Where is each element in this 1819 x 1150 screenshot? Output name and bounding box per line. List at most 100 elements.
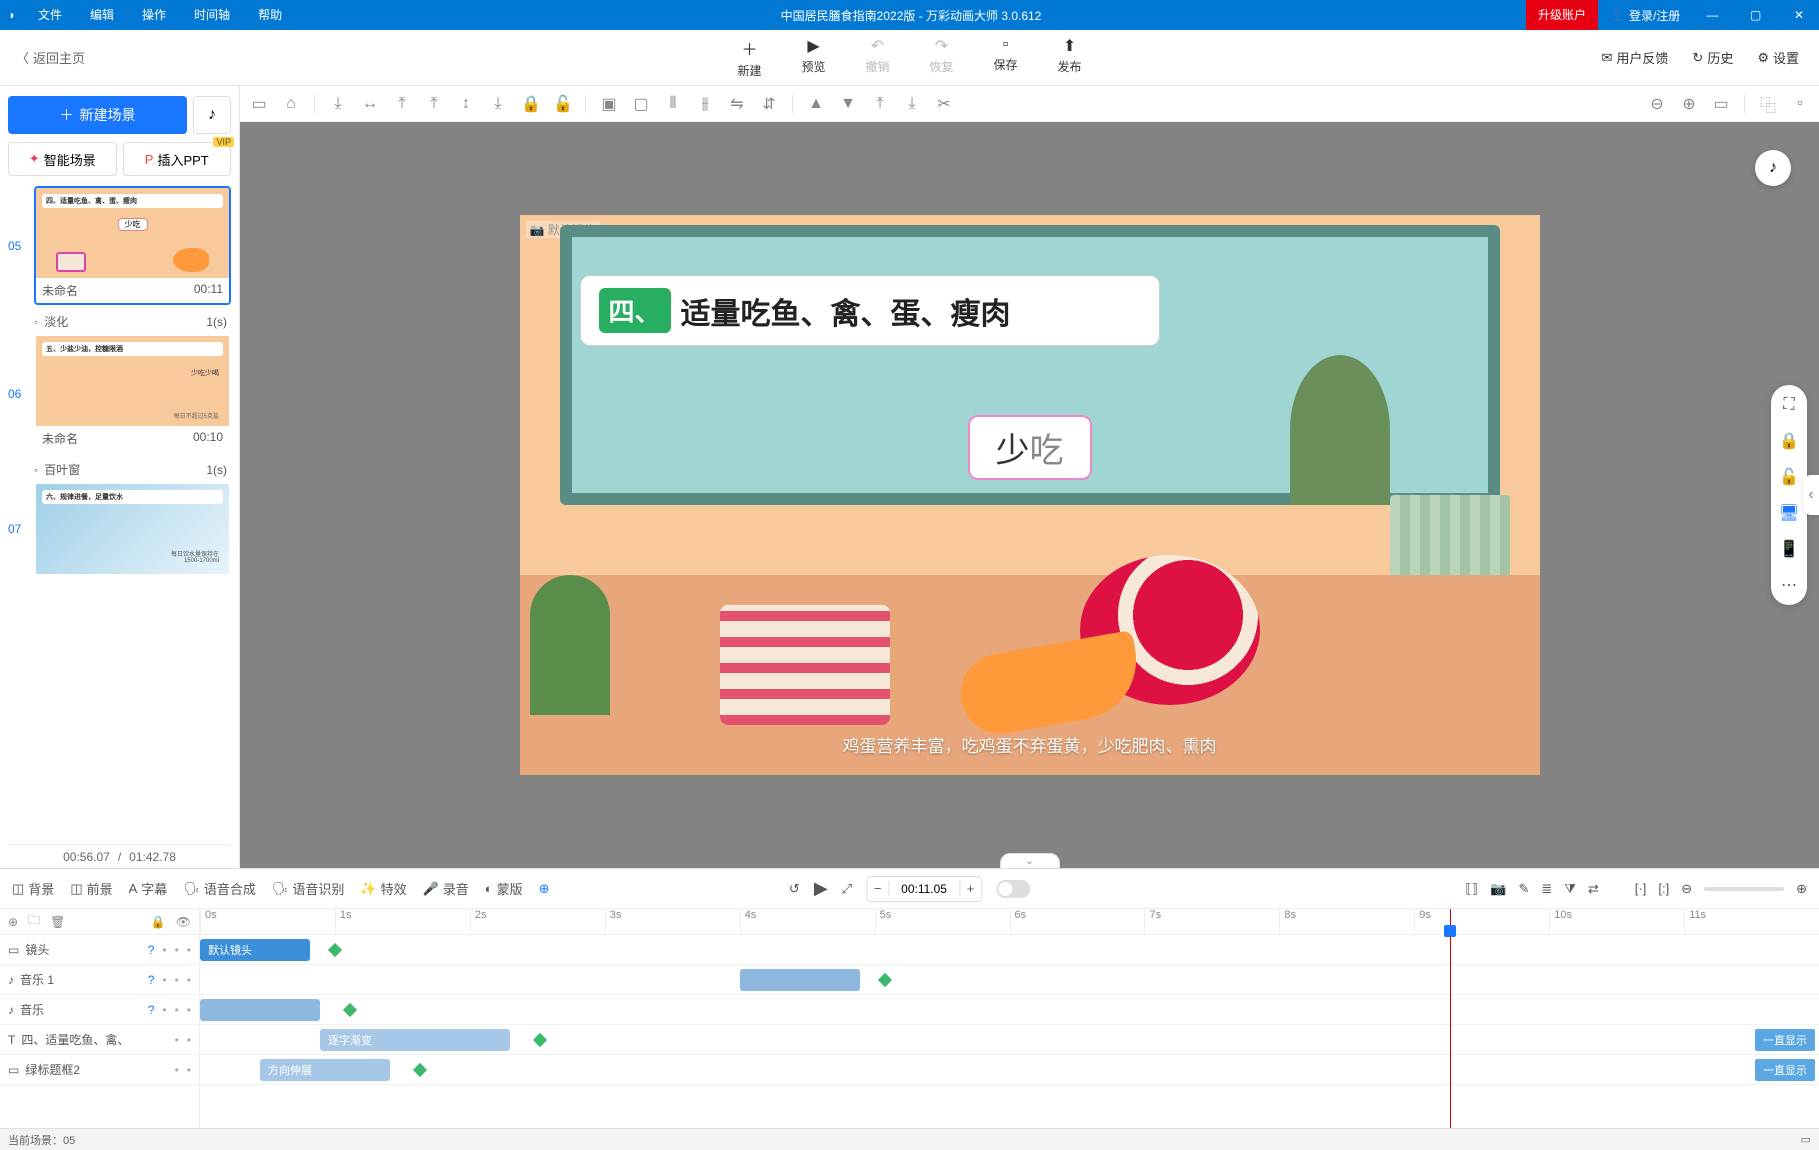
more-icon[interactable]: ⋯ — [1775, 575, 1803, 595]
zoom-out-icon[interactable]: ⊖ — [1648, 94, 1666, 114]
time-ruler[interactable]: 0s1s2s3s4s5s6s7s8s9s10s11s — [200, 909, 1819, 935]
time-minus[interactable]: − — [867, 881, 889, 896]
bg-tab[interactable]: ◫ 背景 — [12, 879, 54, 898]
effect-tab[interactable]: ✨ 特效 — [360, 879, 406, 898]
keyframe-icon[interactable] — [343, 1003, 357, 1017]
bracket-in-icon[interactable]: [·] — [1635, 881, 1647, 896]
audio-clip-1[interactable] — [740, 969, 860, 991]
delete-track-icon[interactable]: 🗑 — [50, 915, 65, 929]
unlock-view-icon[interactable]: 🔓 — [1775, 467, 1803, 487]
track-body[interactable]: 0s1s2s3s4s5s6s7s8s9s10s11s 默认镜头 逐字渐变 一直显… — [200, 909, 1819, 1128]
paste-icon[interactable]: ▫ — [1791, 95, 1809, 113]
preview-button[interactable]: ▶预览 — [801, 36, 825, 79]
zoom-slider[interactable] — [1704, 887, 1784, 891]
folder-icon[interactable]: 🗀 — [28, 911, 40, 932]
copy-icon[interactable]: ⿻ — [1759, 92, 1777, 116]
align-top-icon[interactable]: ⤒ — [425, 95, 443, 113]
track-row-camera[interactable]: 默认镜头 — [200, 935, 1819, 965]
transition-05[interactable]: ◦ 淡化1(s) — [8, 309, 231, 334]
scene-item-07[interactable]: 07 六、规律进餐，足量饮水 每日饮水量保持在 1500-1700ml — [8, 482, 231, 576]
scene-item-05[interactable]: 05 四、适量吃鱼、禽、蛋、瘦肉 少吃 未命名00:11 — [8, 186, 231, 305]
zoom-out-tl-icon[interactable]: ⊖ — [1681, 881, 1692, 897]
audio-clip-2[interactable] — [200, 999, 320, 1021]
zoom-in-icon[interactable]: ⊕ — [1680, 94, 1698, 114]
menu-action[interactable]: 操作 — [128, 0, 180, 30]
track-row-music[interactable] — [200, 995, 1819, 1025]
keyframe-icon[interactable] — [328, 943, 342, 957]
history-button[interactable]: ↻历史 — [1692, 48, 1733, 67]
close-button[interactable]: ✕ — [1779, 0, 1819, 30]
always-show-label[interactable]: 一直显示 — [1755, 1029, 1815, 1051]
lock-icon[interactable]: 🔒 — [521, 94, 539, 114]
scene-list[interactable]: 05 四、适量吃鱼、禽、蛋、瘦肉 少吃 未命名00:11 ◦ 淡化1(s) 06… — [8, 186, 231, 844]
playhead[interactable] — [1450, 909, 1451, 1128]
edit-icon[interactable]: ✎ — [1518, 881, 1529, 897]
align-left-icon[interactable]: ⤓ — [329, 95, 347, 113]
menu-help[interactable]: 帮助 — [244, 0, 296, 30]
tts-tab[interactable]: 🗣 语音合成 — [183, 879, 256, 898]
fg-tab[interactable]: ◫ 前景 — [70, 879, 112, 898]
time-input[interactable]: − + — [866, 876, 982, 902]
always-show-label[interactable]: 一直显示 — [1755, 1059, 1815, 1081]
save-button[interactable]: ▫保存 — [994, 36, 1018, 79]
smart-scene-button[interactable]: ✦智能场景 — [8, 142, 117, 176]
text-clip[interactable]: 逐字渐变 — [320, 1029, 510, 1051]
send-back-icon[interactable]: ⤓ — [903, 95, 921, 113]
back-to-home[interactable]: 〈返回主页 — [0, 48, 101, 67]
flip-v-icon[interactable]: ⇵ — [760, 94, 778, 114]
upgrade-button[interactable]: 升级账户 — [1526, 0, 1598, 30]
bring-forward-icon[interactable]: ▲ — [807, 95, 825, 113]
fit-icon[interactable]: ▭ — [1712, 94, 1730, 114]
keyframe-icon[interactable] — [413, 1063, 427, 1077]
keyframe-icon[interactable] — [533, 1033, 547, 1047]
current-time-field[interactable] — [889, 882, 959, 896]
slide-sub-box[interactable]: 少吃 — [968, 415, 1092, 480]
stage-music-button[interactable]: ♪ — [1755, 150, 1791, 186]
track-shape[interactable]: ▭绿标题框2•• — [0, 1055, 199, 1085]
transition-06[interactable]: ◦ 百叶窗1(s) — [8, 457, 231, 482]
menu-edit[interactable]: 编辑 — [76, 0, 128, 30]
settings-button[interactable]: ⚙设置 — [1757, 48, 1799, 67]
marker-icon[interactable]: ⟦⟧ — [1465, 881, 1478, 897]
send-backward-icon[interactable]: ▼ — [839, 95, 857, 113]
sort-icon[interactable]: ⇄ — [1588, 881, 1599, 897]
mobile-view-icon[interactable]: 📱 — [1775, 539, 1803, 559]
ungroup-icon[interactable]: ▢ — [632, 94, 650, 114]
track-row-music1[interactable] — [200, 965, 1819, 995]
add-track-icon[interactable]: ⊕ — [8, 915, 18, 929]
distribute-h-icon[interactable]: ⫴ — [664, 95, 682, 113]
rewind-button[interactable]: ↺ — [789, 881, 800, 897]
align-bottom-icon[interactable]: ⤓ — [489, 95, 507, 113]
redo-button[interactable]: ↷恢复 — [930, 36, 954, 79]
scene-audio-button[interactable]: ♪ — [193, 96, 231, 134]
bring-front-icon[interactable]: ⤒ — [871, 95, 889, 113]
record-tab[interactable]: 🎤 录音 — [423, 879, 469, 898]
slide-title-box[interactable]: 四、 适量吃鱼、禽、蛋、瘦肉 — [580, 275, 1160, 346]
desktop-view-icon[interactable]: 🖥 — [1775, 503, 1803, 523]
status-icon[interactable]: ▭ — [1801, 1133, 1811, 1146]
track-row-shape[interactable]: 方向伸展 一直显示 — [200, 1055, 1819, 1085]
track-text[interactable]: T四、适量吃鱼、禽、•• — [0, 1025, 199, 1055]
play-button[interactable]: ▶ — [814, 878, 828, 899]
time-plus[interactable]: + — [959, 881, 981, 896]
scene-item-06[interactable]: 06 五、少盐少油，控糖限酒 少吃少喝 每日不超过5克盐 未命名00:10 — [8, 334, 231, 453]
expand-button[interactable]: ⤢ — [842, 881, 852, 897]
timeline-collapse-handle[interactable]: ⌄ — [1000, 853, 1060, 869]
menu-timeline[interactable]: 时间轴 — [180, 0, 244, 30]
lock-tracks-icon[interactable]: 🔒 — [151, 915, 166, 929]
flip-h-icon[interactable]: ⇋ — [728, 94, 746, 114]
publish-button[interactable]: ⬆发布 — [1058, 36, 1082, 79]
insert-ppt-button[interactable]: P插入PPTVIP — [123, 142, 232, 176]
mask-tab[interactable]: ◐ 蒙版 — [485, 879, 523, 898]
align-right-icon[interactable]: ⤒ — [393, 95, 411, 113]
snap-toggle[interactable] — [996, 880, 1030, 898]
align-center-icon[interactable]: ↔ — [361, 95, 379, 113]
track-row-text[interactable]: 逐字渐变 一直显示 — [200, 1025, 1819, 1055]
shape-clip[interactable]: 方向伸展 — [260, 1059, 390, 1081]
maximize-button[interactable]: ▢ — [1736, 0, 1776, 30]
track-music[interactable]: ♪音乐?••• — [0, 995, 199, 1025]
zoom-in-tl-icon[interactable]: ⊕ — [1796, 881, 1807, 897]
keyframe-icon[interactable] — [878, 973, 892, 987]
undo-button[interactable]: ↶撤销 — [865, 36, 889, 79]
select-tool-icon[interactable]: ▭ — [250, 94, 268, 114]
